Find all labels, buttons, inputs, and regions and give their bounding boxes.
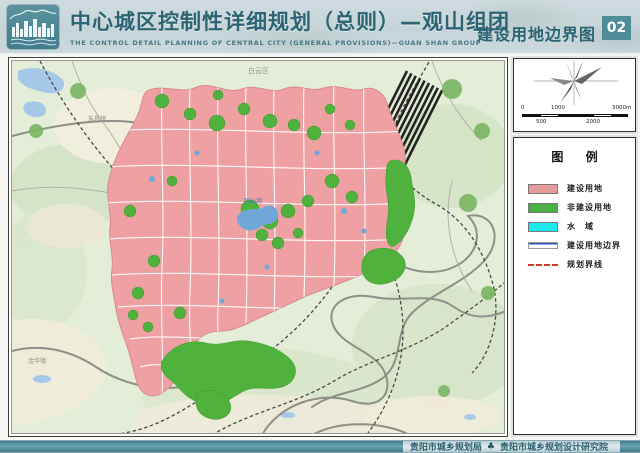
legend-title: 图 例 (514, 148, 635, 165)
planning-line-swatch (528, 264, 558, 266)
footer-right-bar (620, 441, 640, 452)
legend-label: 非建设用地 (567, 202, 612, 213)
logo-graphic (7, 5, 59, 49)
scale-label: 3000m (612, 105, 631, 111)
scale-bar: 0 1000 3000m 500 2000 (522, 105, 628, 125)
water-swatch (528, 222, 558, 232)
district-label: 白云区 (248, 66, 269, 75)
title-block: 中心城区控制性详细规划（总则）—观山组团 THE CONTROL DETAIL … (70, 6, 510, 47)
town-label-left: 朱昌镇 (88, 115, 106, 123)
legend-label: 建设用地边界 (567, 240, 621, 251)
scale-label: 500 (536, 119, 547, 125)
wind-rose-north-arrow-icon (514, 61, 635, 105)
page-subtitle: THE CONTROL DETAIL PLANNING OF CENTRAL C… (70, 39, 510, 47)
legend-row-boundary: 建设用地边界 (528, 236, 635, 255)
legend-row-built-land: 建设用地 (528, 179, 635, 198)
boundary-line-swatch (528, 242, 558, 249)
scale-track (522, 114, 628, 117)
legend-row-water: 水 域 (528, 217, 635, 236)
org-design-institute: 贵阳市城乡规划设计研究院 (500, 440, 608, 453)
nonbuilt-land-swatch (528, 203, 558, 213)
map-canvas: 白云区 朱昌镇 金华镇 观山湖 (11, 60, 505, 434)
lake-label: 观山湖 (244, 197, 262, 205)
compass-scale-box: 0 1000 3000m 500 2000 (513, 58, 636, 132)
scale-label: 1000 (551, 105, 565, 111)
city-skyline-logo-icon (7, 5, 59, 49)
legend-row-nonbuilt-land: 非建设用地 (528, 198, 635, 217)
header-bar: 中心城区控制性详细规划（总则）—观山组团 THE CONTROL DETAIL … (0, 0, 640, 55)
sheet-number-badge: 02 (602, 16, 631, 40)
legend-row-planning-line: 规划界线 (528, 255, 635, 274)
legend-label: 水 域 (567, 221, 594, 232)
town-label-bottom-left: 金华镇 (28, 357, 46, 365)
footer-bar: 贵阳市城乡规划局 ♣ 贵阳市城乡规划设计研究院 (0, 440, 640, 453)
scale-label: 0 (521, 105, 525, 111)
legend-items: 建设用地 非建设用地 水 域 建设用地边界 规划界线 (528, 179, 635, 274)
footer-credits: 贵阳市城乡规划局 ♣ 贵阳市城乡规划设计研究院 (403, 441, 615, 452)
legend-box: 图 例 建设用地 非建设用地 水 域 建设用地边界 规划界线 (513, 137, 636, 435)
org-planning-bureau: 贵阳市城乡规划局 (410, 440, 482, 453)
planning-map: 白云区 朱昌镇 金华镇 观山湖 (12, 61, 505, 434)
plan-sheet: 中心城区控制性详细规划（总则）—观山组团 THE CONTROL DETAIL … (0, 0, 640, 453)
legend-label: 建设用地 (567, 183, 603, 194)
scale-label: 2000 (586, 119, 600, 125)
built-land-swatch (528, 184, 558, 194)
map-panel: 白云区 朱昌镇 金华镇 观山湖 (8, 57, 508, 437)
sheet-name: 建设用地边界图 (477, 21, 596, 45)
page-title: 中心城区控制性详细规划（总则）—观山组团 (70, 6, 510, 36)
footer-left-bar (0, 441, 403, 452)
legend-label: 规划界线 (567, 259, 603, 270)
org-emblem-icon: ♣ (487, 442, 495, 452)
